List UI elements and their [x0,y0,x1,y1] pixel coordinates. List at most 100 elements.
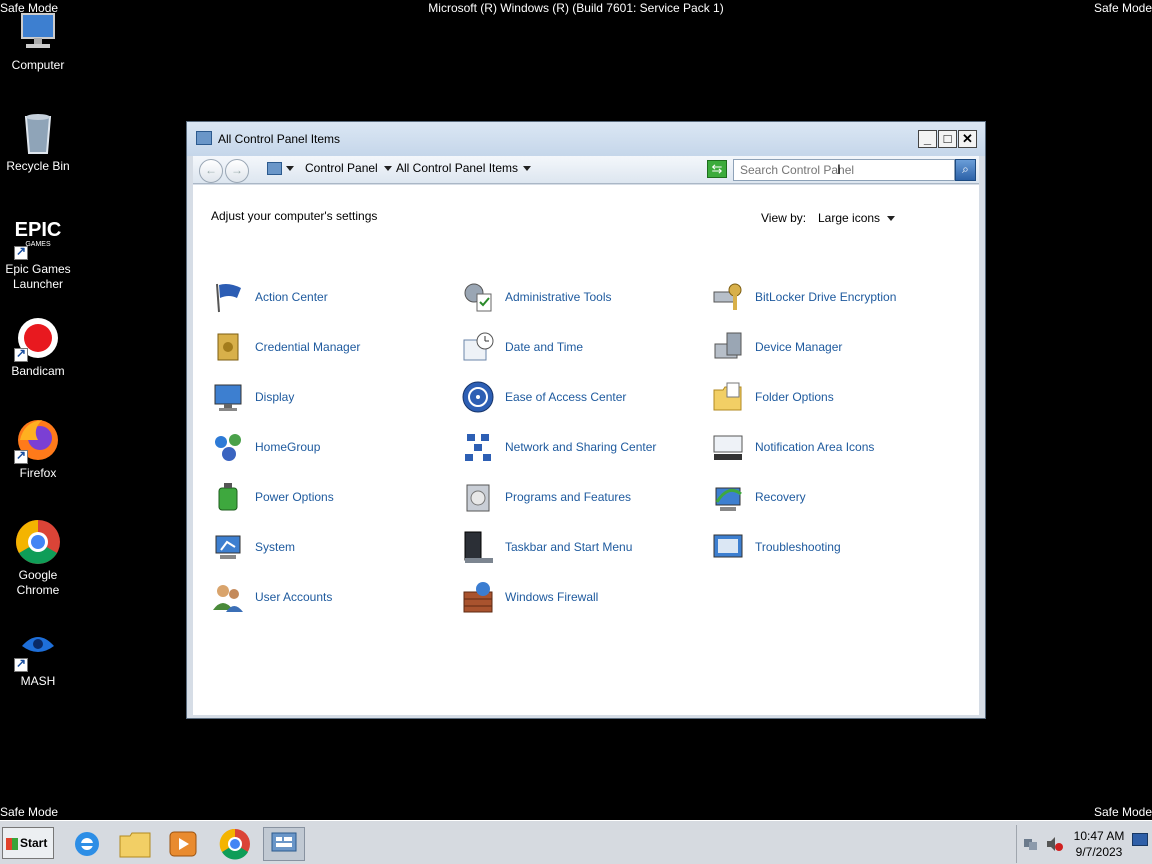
cp-item-label[interactable]: Ease of Access Center [505,390,626,404]
date-time-icon [461,330,495,364]
cp-item-label[interactable]: Credential Manager [255,340,360,354]
shortcut-arrow-icon [14,448,28,464]
desktop-icon-label: Firefox [19,466,57,480]
address-bar[interactable]: Control Panel All Control Panel Items [263,158,765,180]
cp-item-power-options[interactable]: Power Options [211,480,451,514]
cp-item-troubleshooting[interactable]: Troubleshooting [711,530,951,564]
cp-item-recovery[interactable]: Recovery [711,480,951,514]
cp-item-network-sharing[interactable]: Network and Sharing Center [461,430,701,464]
desktop-icon-label: Computer [11,58,65,72]
breadcrumb-control-panel[interactable]: Control Panel [305,161,378,176]
back-button[interactable]: ← [199,159,223,183]
safe-mode-label-bottom-left: Safe Mode [0,805,59,819]
recycle-bin-icon [14,109,62,157]
troubleshooting-icon [711,530,745,564]
cp-item-administrative-tools[interactable]: Administrative Tools [461,280,701,314]
close-button[interactable]: ✕ [958,130,977,148]
search-icon[interactable]: ⌕ [955,159,976,181]
desktop-icon-label: Google Chrome [16,568,60,597]
volume-muted-icon[interactable] [1045,836,1063,852]
cp-item-label[interactable]: Folder Options [755,390,834,404]
maximize-button[interactable]: □ [938,130,957,148]
cp-item-label[interactable]: Troubleshooting [755,540,841,554]
chevron-down-icon[interactable] [384,166,392,171]
cp-item-label[interactable]: System [255,540,295,554]
credential-manager-icon [211,330,245,364]
taskbar-clock[interactable]: 10:47 AM 9/7/2023 [1062,828,1136,860]
internet-explorer-icon [75,832,99,856]
cp-item-label[interactable]: Notification Area Icons [755,440,874,454]
administrative-tools-icon [461,280,495,314]
taskbar-file-explorer[interactable] [114,827,156,861]
cp-item-label[interactable]: Programs and Features [505,490,631,504]
cp-item-notification-area[interactable]: Notification Area Icons [711,430,951,464]
desktop-icon-label: Bandicam [11,364,65,378]
view-by-dropdown[interactable]: Large icons [818,211,880,225]
cp-item-label[interactable]: Network and Sharing Center [505,440,656,454]
desktop-icon-bandicam[interactable]: Bandicam [0,314,76,379]
svg-text:EPIC: EPIC [15,219,62,241]
cp-item-label[interactable]: BitLocker Drive Encryption [755,290,896,304]
chevron-down-icon[interactable] [523,166,531,171]
cp-item-action-center[interactable]: Action Center [211,280,451,314]
taskbar-internet-explorer[interactable] [66,827,108,861]
chevron-down-icon[interactable] [286,166,294,171]
cp-item-date-and-time[interactable]: Date and Time [461,330,701,364]
taskbar-media-player[interactable] [162,827,204,861]
cp-item-label[interactable]: Power Options [255,490,334,504]
desktop-icon-mash[interactable]: MASH [0,624,76,689]
cp-item-label[interactable]: Recovery [755,490,806,504]
cp-item-taskbar-start-menu[interactable]: Taskbar and Start Menu [461,530,701,564]
cp-item-device-manager[interactable]: Device Manager [711,330,951,364]
cp-item-label[interactable]: Device Manager [755,340,842,354]
desktop-icon-epic-games[interactable]: EPICGAMES Epic Games Launcher [0,212,76,292]
search-input[interactable] [733,159,955,181]
breadcrumb-all-items[interactable]: All Control Panel Items [396,161,518,176]
programs-features-icon [461,480,495,514]
action-center-flag-icon [211,280,245,314]
cp-item-label[interactable]: Administrative Tools [505,290,612,304]
window-title: All Control Panel Items [218,132,341,146]
folder-options-icon [711,380,745,414]
desktop-icon-computer[interactable]: Computer [0,8,76,73]
cp-item-homegroup[interactable]: HomeGroup [211,430,451,464]
taskbar-chrome[interactable] [214,827,256,861]
refresh-button[interactable]: ⇆ [707,160,727,178]
cp-item-label[interactable]: Windows Firewall [505,590,598,604]
network-tray-icon[interactable] [1023,836,1039,852]
ease-of-access-icon [461,380,495,414]
cp-item-label[interactable]: Date and Time [505,340,583,354]
cp-item-folder-options[interactable]: Folder Options [711,380,951,414]
cp-item-programs-features[interactable]: Programs and Features [461,480,701,514]
windows-flag-icon [6,837,18,850]
start-button[interactable]: Start [2,827,54,859]
cp-item-system[interactable]: System [211,530,451,564]
cp-item-bitlocker[interactable]: BitLocker Drive Encryption [711,280,951,314]
desktop-icon-firefox[interactable]: Firefox [0,416,76,481]
cp-item-label[interactable]: User Accounts [255,590,332,604]
chrome-icon [14,518,62,566]
cp-item-credential-manager[interactable]: Credential Manager [211,330,451,364]
cp-item-label[interactable]: Action Center [255,290,328,304]
cp-item-display[interactable]: Display [211,380,451,414]
safe-mode-label-bottom-right: Safe Mode [1093,805,1152,819]
show-desktop-button[interactable] [1132,833,1148,846]
chevron-down-icon[interactable] [887,216,895,221]
desktop-icon-google-chrome[interactable]: Google Chrome [0,518,76,598]
cp-item-ease-of-access[interactable]: Ease of Access Center [461,380,701,414]
taskbar-control-panel[interactable] [263,827,305,861]
cp-item-label[interactable]: Display [255,390,294,404]
cp-item-windows-firewall[interactable]: Windows Firewall [461,580,701,614]
media-player-icon [169,831,197,857]
cp-item-user-accounts[interactable]: User Accounts [211,580,451,614]
cp-item-label[interactable]: HomeGroup [255,440,320,454]
forward-button[interactable]: → [225,159,249,183]
desktop-icon-label: Epic Games Launcher [5,262,71,291]
recovery-icon [711,480,745,514]
minimize-button[interactable]: _ [918,130,937,148]
user-accounts-icon [211,580,245,614]
window-titlebar[interactable]: All Control Panel Items _ □ ✕ [187,122,985,156]
shortcut-arrow-icon [14,656,28,672]
cp-item-label[interactable]: Taskbar and Start Menu [505,540,632,554]
desktop-icon-recycle-bin[interactable]: Recycle Bin [0,109,76,174]
